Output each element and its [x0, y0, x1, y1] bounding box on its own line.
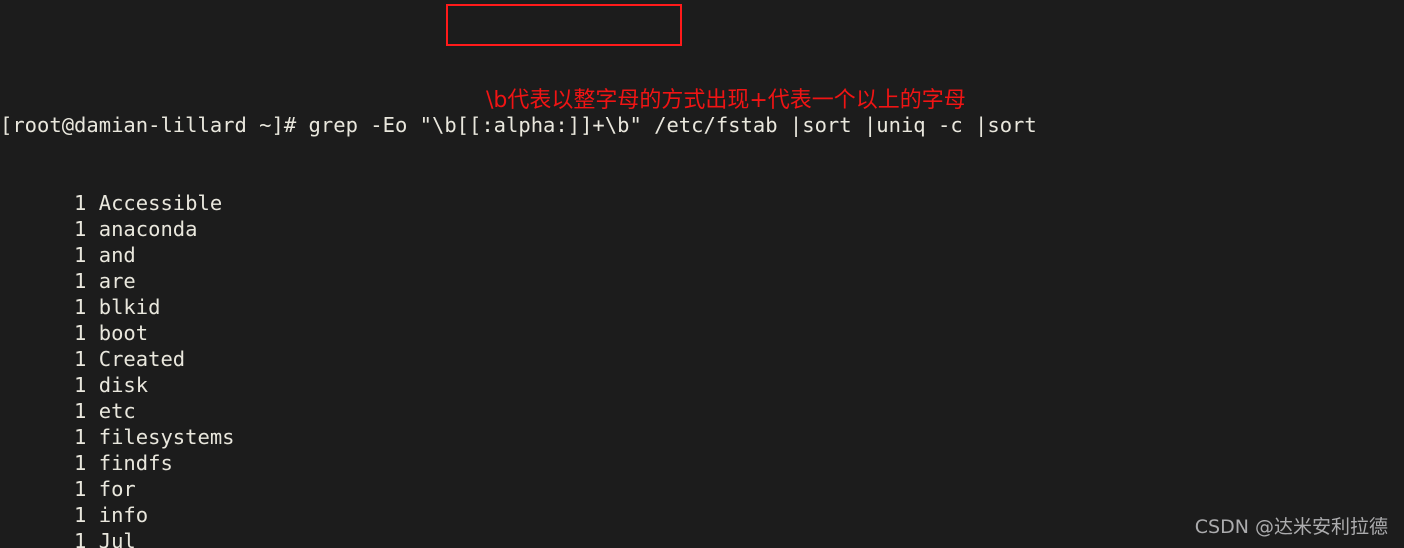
- terminal-prompt-line: [root@damian-lillard ~]# grep -Eo "\b[[:…: [0, 113, 1037, 137]
- annotation-note: \b代表以整字母的方式出现+代表一个以上的字母: [486, 88, 966, 113]
- csdn-watermark: CSDN @达米安利拉德: [1194, 516, 1388, 538]
- terminal-output-line: 1 are: [0, 269, 136, 293]
- terminal-output-line: 1 Accessible: [0, 191, 223, 215]
- terminal-window[interactable]: [root@damian-lillard ~]# grep -Eo "\b[[:…: [0, 0, 1404, 548]
- terminal-output-line: 1 filesystems: [0, 425, 235, 449]
- terminal-output-line: 1 disk: [0, 373, 149, 397]
- terminal-output-line: 1 anaconda: [0, 217, 198, 241]
- terminal-output-line: 1 and: [0, 243, 136, 267]
- terminal-output: 1 Accessible 1 anaconda 1 and 1 are 1 bl…: [0, 190, 1404, 548]
- terminal-output-line: 1 Created: [0, 347, 186, 371]
- terminal-output-line: 1 for: [0, 477, 136, 501]
- terminal-output-line: 1 blkid: [0, 295, 161, 319]
- terminal-output-line: 1 Jul: [0, 529, 136, 548]
- terminal-output-line: 1 info: [0, 503, 149, 527]
- terminal-output-line: 1 etc: [0, 399, 136, 423]
- terminal-screen[interactable]: [root@damian-lillard ~]# grep -Eo "\b[[:…: [0, 0, 1404, 548]
- terminal-partial-top-line: [0, 34, 1404, 60]
- terminal-output-line: 1 boot: [0, 321, 149, 345]
- terminal-output-line: 1 findfs: [0, 451, 173, 475]
